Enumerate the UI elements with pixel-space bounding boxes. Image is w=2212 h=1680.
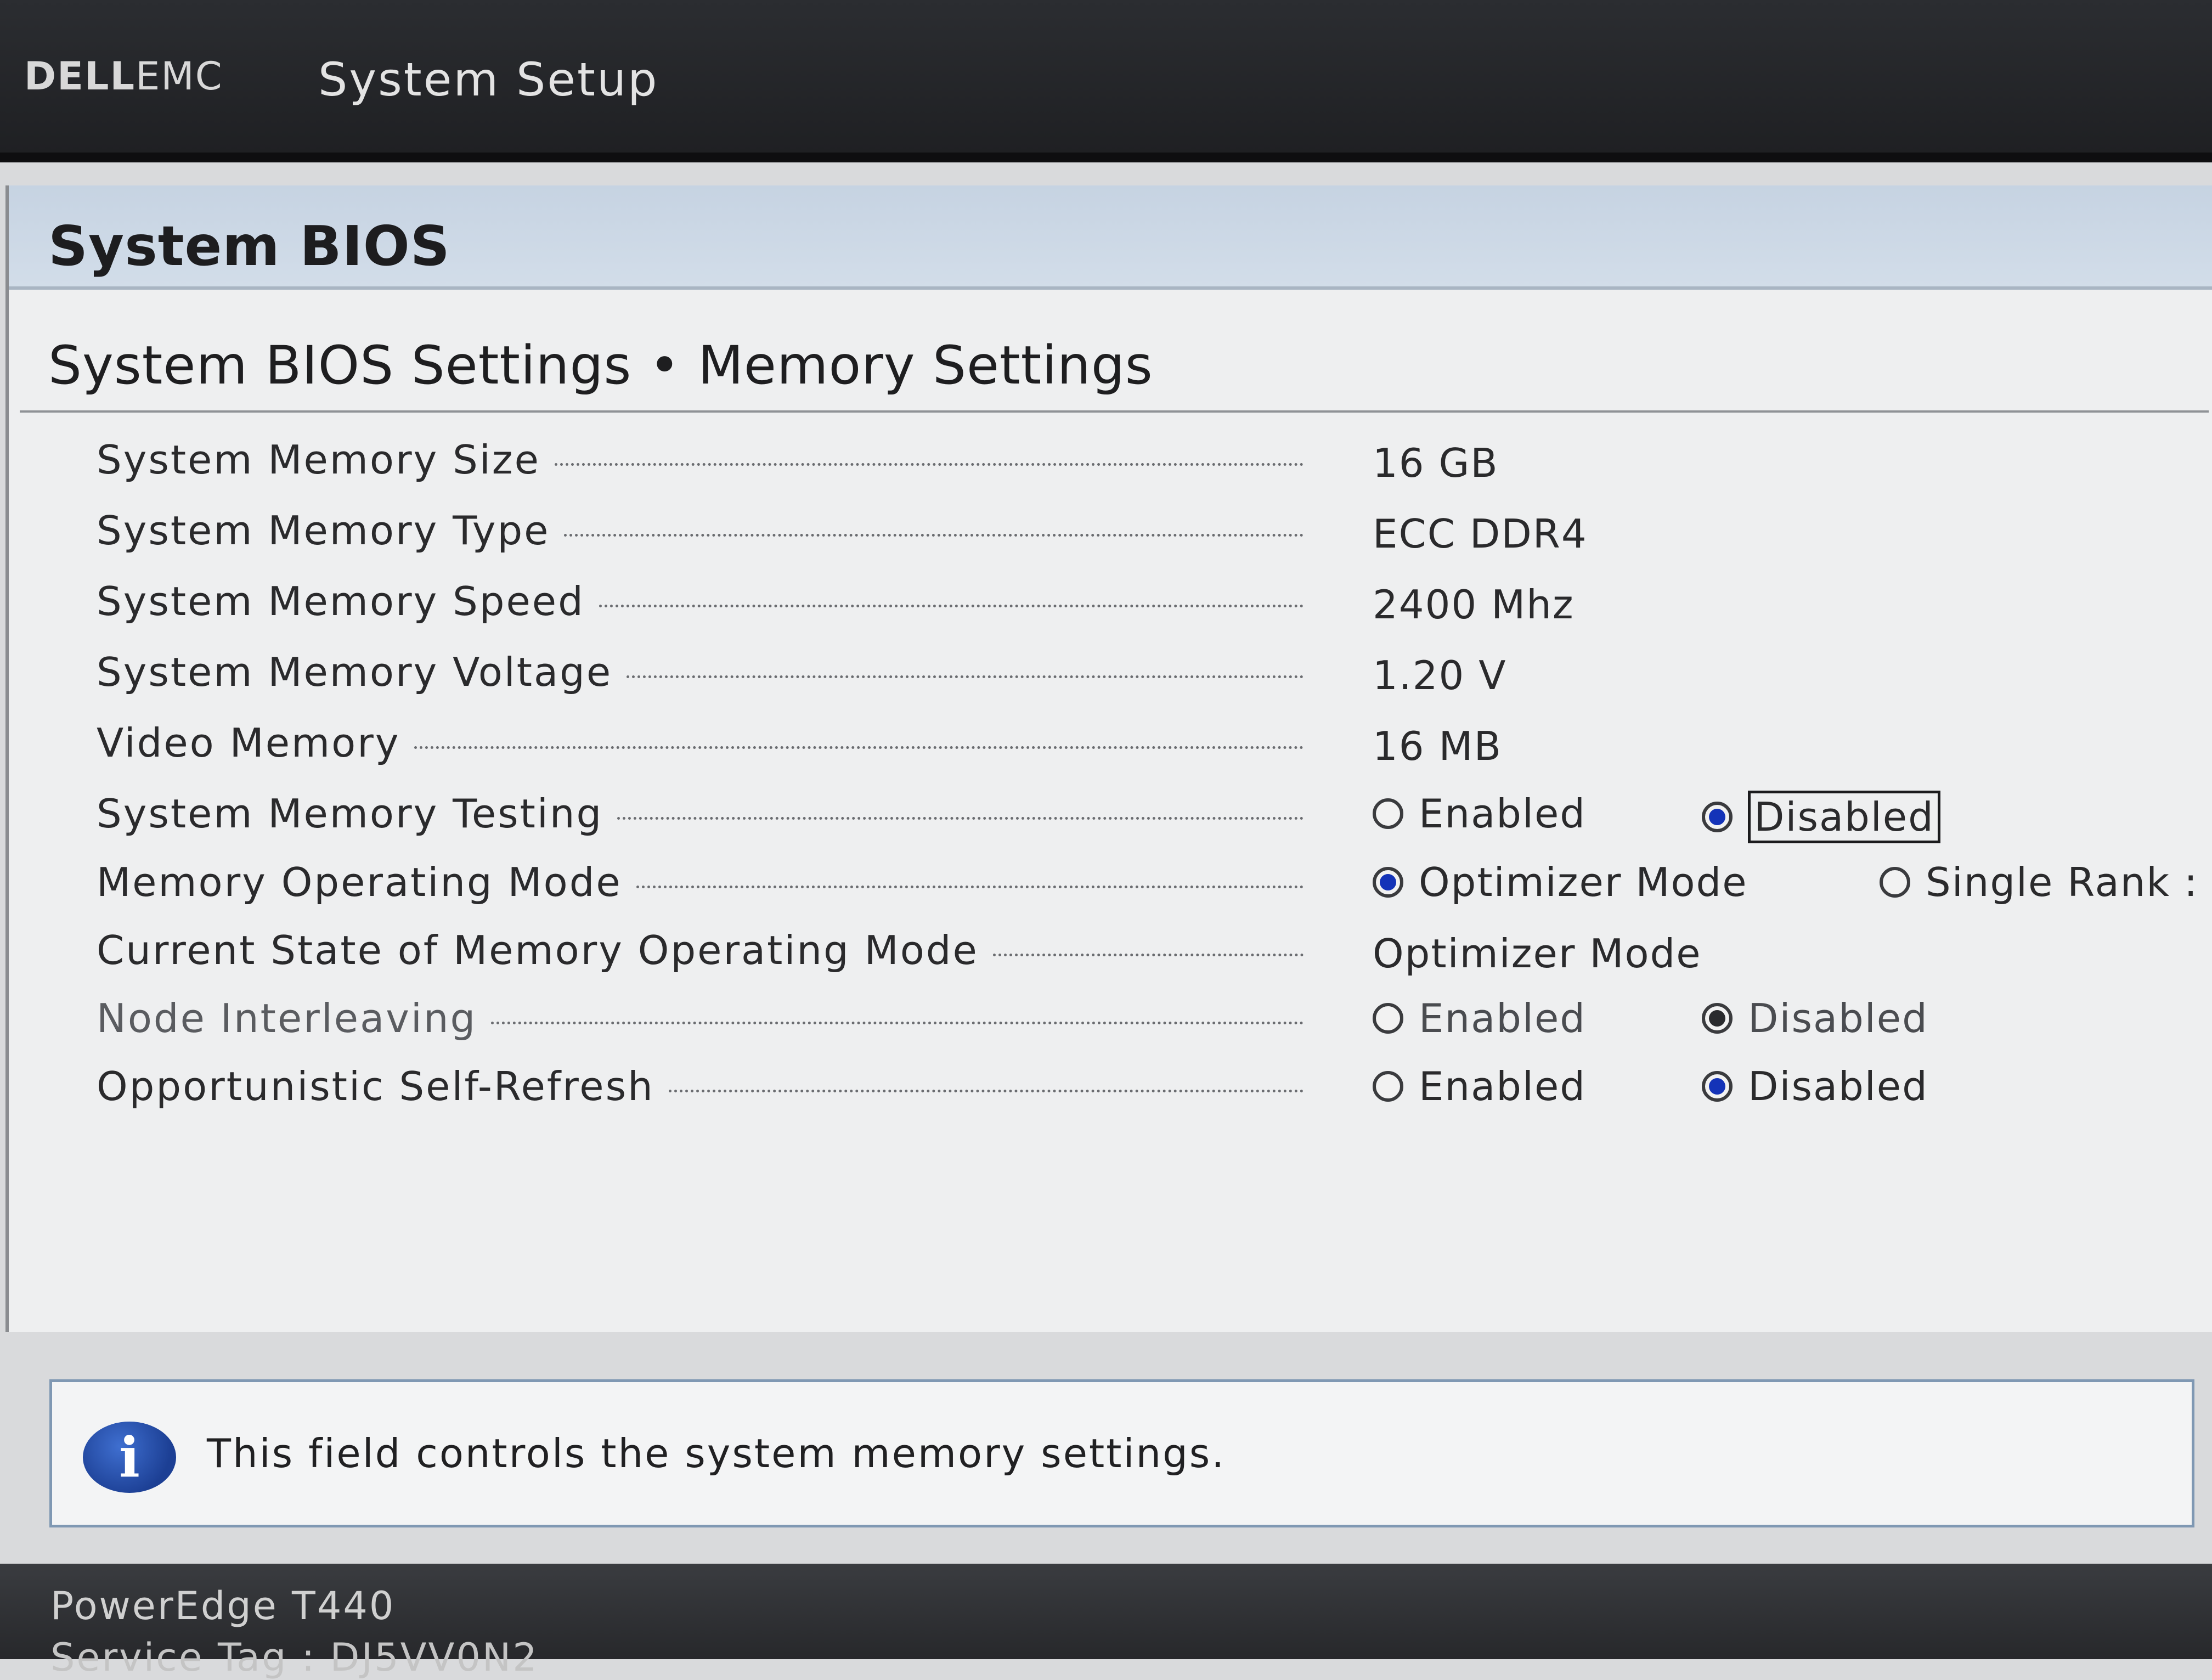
radio-selected-icon [1702, 1003, 1733, 1034]
setting-row-node-interleaving: Node Interleaving Enabled Disabled [97, 995, 2212, 1050]
help-text: This field controls the system memory se… [207, 1430, 1226, 1476]
radio-unselected-icon [1880, 867, 1910, 898]
radio-memory-testing-enabled[interactable]: Enabled [1373, 791, 1586, 837]
footer-bar: PowerEdge T440 Service Tag : DJ5VV0N2 [0, 1564, 2212, 1680]
focused-option-label: Disabled [1748, 791, 1940, 843]
radio-memory-testing-disabled[interactable]: Disabled [1702, 791, 1940, 843]
service-tag: Service Tag : DJ5VV0N2 [50, 1635, 539, 1680]
setting-row-current-state: Current State of Memory Operating Mode O… [97, 927, 2212, 982]
setting-value-memory-voltage: 1.20 V [1373, 652, 1507, 698]
setting-label: System Memory Speed [97, 578, 1314, 624]
breadcrumb: System BIOS Settings • Memory Settings [48, 335, 1153, 396]
divider [20, 410, 2209, 413]
setting-row-video-memory: Video Memory 16 MB [97, 720, 2212, 775]
setting-label: System Memory Type [97, 508, 1314, 554]
radio-operating-mode-optimizer[interactable]: Optimizer Mode [1373, 859, 1748, 905]
main-panel: System BIOS System BIOS Settings • Memor… [5, 185, 2212, 1332]
system-model: PowerEdge T440 [50, 1583, 396, 1628]
setting-label: Memory Operating Mode [97, 859, 1314, 905]
radio-node-interleaving-disabled: Disabled [1702, 995, 1928, 1041]
setting-value-memory-speed: 2400 Mhz [1373, 582, 1575, 628]
radio-selected-icon [1702, 802, 1733, 832]
page-title: System BIOS [48, 214, 450, 278]
setting-value-memory-size: 16 GB [1373, 440, 1499, 486]
setting-row-memory-voltage: System Memory Voltage 1.20 V [97, 649, 2212, 704]
setting-value-memory-type: ECC DDR4 [1373, 511, 1588, 557]
dell-emc-logo: DELLEMC [24, 54, 223, 99]
radio-self-refresh-disabled[interactable]: Disabled [1702, 1063, 1928, 1109]
setting-row-memory-testing: System Memory Testing Enabled Disabled [97, 791, 2212, 845]
setting-label: Current State of Memory Operating Mode [97, 927, 1314, 973]
setting-label: Node Interleaving [97, 995, 1314, 1041]
setting-label: Video Memory [97, 720, 1314, 766]
info-icon: i [83, 1422, 176, 1493]
setting-label: System Memory Voltage [97, 649, 1314, 695]
setting-value-video-memory: 16 MB [1373, 723, 1503, 769]
top-bar: DELLEMC System Setup [0, 0, 2212, 162]
panel-header: System BIOS [9, 185, 2212, 290]
help-info-box: i This field controls the system memory … [49, 1379, 2194, 1527]
setting-row-memory-size: System Memory Size 16 GB [97, 437, 2212, 492]
setting-label: System Memory Testing [97, 791, 1314, 837]
setting-row-operating-mode: Memory Operating Mode Optimizer Mode Sin… [97, 859, 2212, 914]
radio-node-interleaving-enabled: Enabled [1373, 995, 1586, 1041]
setting-value-current-state: Optimizer Mode [1373, 931, 1702, 977]
setting-row-memory-type: System Memory Type ECC DDR4 [97, 508, 2212, 562]
app-title: System Setup [318, 53, 659, 106]
radio-unselected-icon [1373, 1003, 1403, 1034]
radio-unselected-icon [1373, 798, 1403, 829]
radio-operating-mode-single-rank[interactable]: Single Rank : [1880, 859, 2198, 905]
radio-unselected-icon [1373, 1071, 1403, 1102]
radio-selected-icon [1373, 867, 1403, 898]
setting-label: Opportunistic Self-Refresh [97, 1063, 1314, 1109]
radio-selected-icon [1702, 1071, 1733, 1102]
setting-row-self-refresh: Opportunistic Self-Refresh Enabled Disab… [97, 1063, 2212, 1118]
setting-label: System Memory Size [97, 437, 1314, 483]
radio-self-refresh-enabled[interactable]: Enabled [1373, 1063, 1586, 1109]
setting-row-memory-speed: System Memory Speed 2400 Mhz [97, 578, 2212, 633]
